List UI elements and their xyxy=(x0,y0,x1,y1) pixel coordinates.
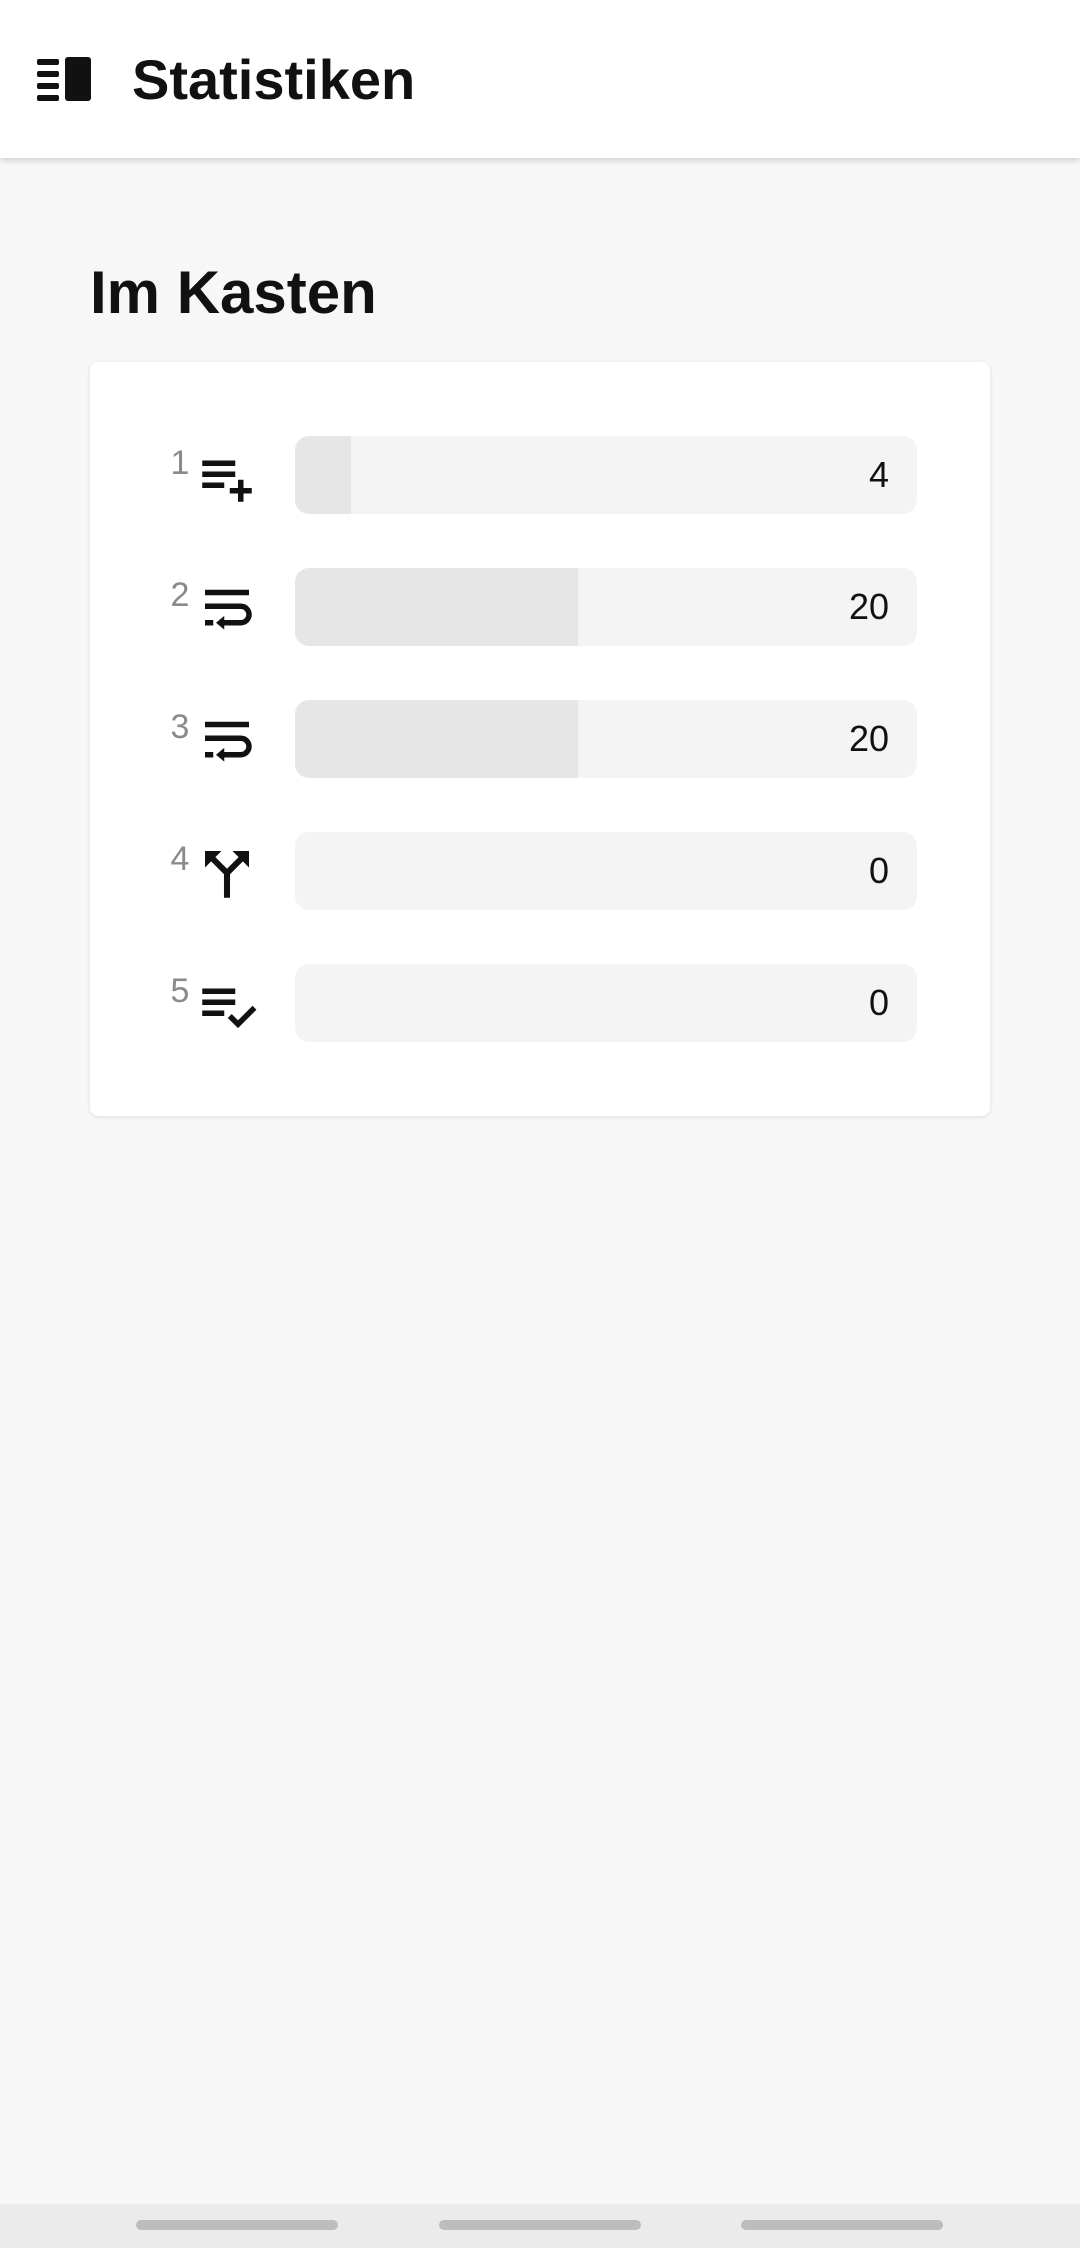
box-row-2: 2 20 xyxy=(90,568,990,646)
bar-fill xyxy=(295,568,578,646)
nav-handle-right[interactable] xyxy=(741,2220,943,2230)
app-bar: Statistiken xyxy=(0,0,1080,158)
call-split-icon xyxy=(205,851,249,898)
playlist-check-icon xyxy=(202,988,257,1029)
boxes-card: 1 4 2 20 3 20 4 0 5 0 xyxy=(90,362,990,1116)
box-bar[interactable]: 0 xyxy=(295,832,917,910)
box-count: 0 xyxy=(868,982,889,1023)
system-navigation-bar xyxy=(0,2204,1080,2248)
box-row-4: 4 0 xyxy=(90,832,990,910)
nav-handle-center[interactable] xyxy=(439,2220,641,2230)
drawer-menu-button[interactable] xyxy=(32,46,98,112)
book-open-icon xyxy=(37,57,91,101)
box-count: 20 xyxy=(848,718,889,759)
box-count: 4 xyxy=(868,454,889,495)
nav-handle-left[interactable] xyxy=(136,2220,338,2230)
box-count: 0 xyxy=(868,850,889,891)
box-bar[interactable]: 20 xyxy=(295,568,917,646)
bar-fill xyxy=(295,700,578,778)
box-bar[interactable]: 4 xyxy=(295,436,917,514)
box-row-5: 5 0 xyxy=(90,964,990,1042)
text-wrap-icon xyxy=(205,589,252,630)
text-wrap-icon xyxy=(205,721,252,762)
bar-fill xyxy=(295,436,351,514)
playlist-add-icon xyxy=(202,460,252,502)
box-count: 20 xyxy=(848,586,889,627)
app-title: Statistiken xyxy=(132,47,416,111)
box-row-1: 1 4 xyxy=(90,436,990,514)
section-title: Im Kasten xyxy=(90,259,377,326)
box-bar[interactable]: 20 xyxy=(295,700,917,778)
box-bar[interactable]: 0 xyxy=(295,964,917,1042)
box-row-3: 3 20 xyxy=(90,700,990,778)
